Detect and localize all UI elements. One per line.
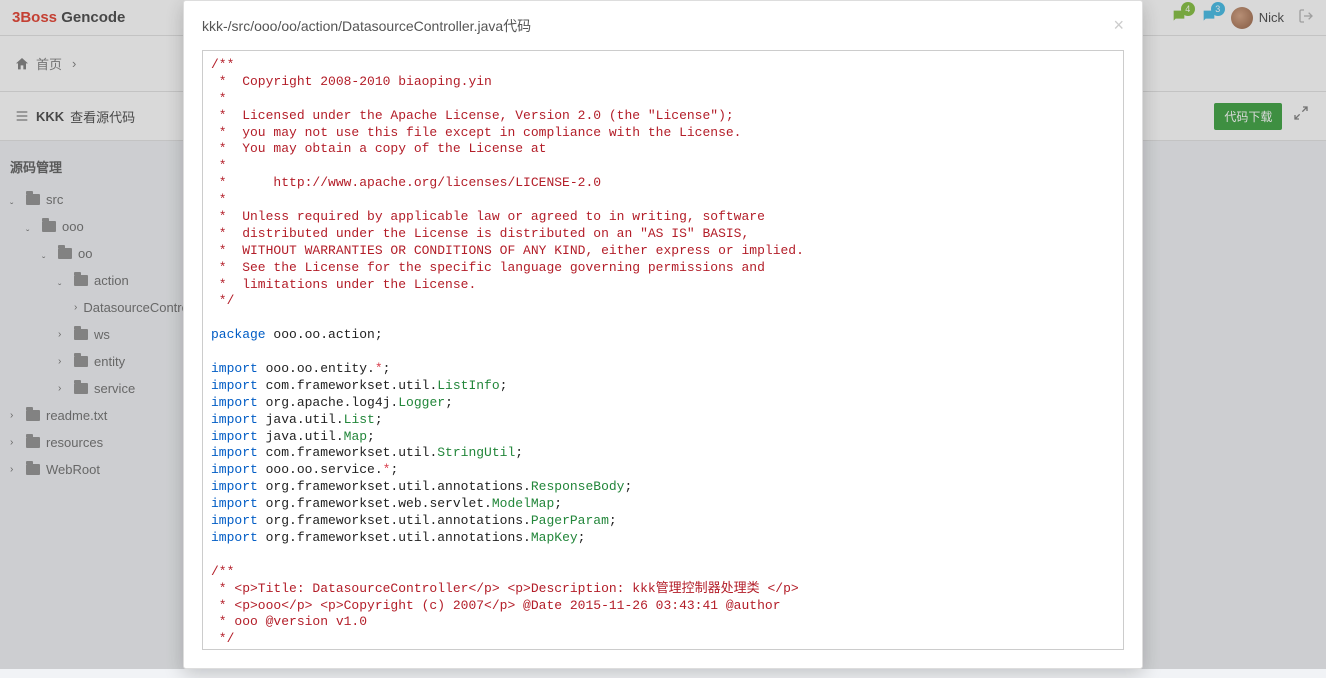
modal-title: kkk-/src/ooo/oo/action/DatasourceControl… [202,16,531,36]
modal-overlay[interactable]: kkk-/src/ooo/oo/action/DatasourceControl… [0,0,1326,669]
modal-header: kkk-/src/ooo/oo/action/DatasourceControl… [184,1,1142,50]
code-viewer[interactable]: /** * Copyright 2008-2010 biaoping.yin *… [202,50,1124,650]
modal-body: /** * Copyright 2008-2010 biaoping.yin *… [184,50,1142,668]
close-button[interactable]: × [1113,15,1124,36]
code-modal: kkk-/src/ooo/oo/action/DatasourceControl… [183,0,1143,669]
